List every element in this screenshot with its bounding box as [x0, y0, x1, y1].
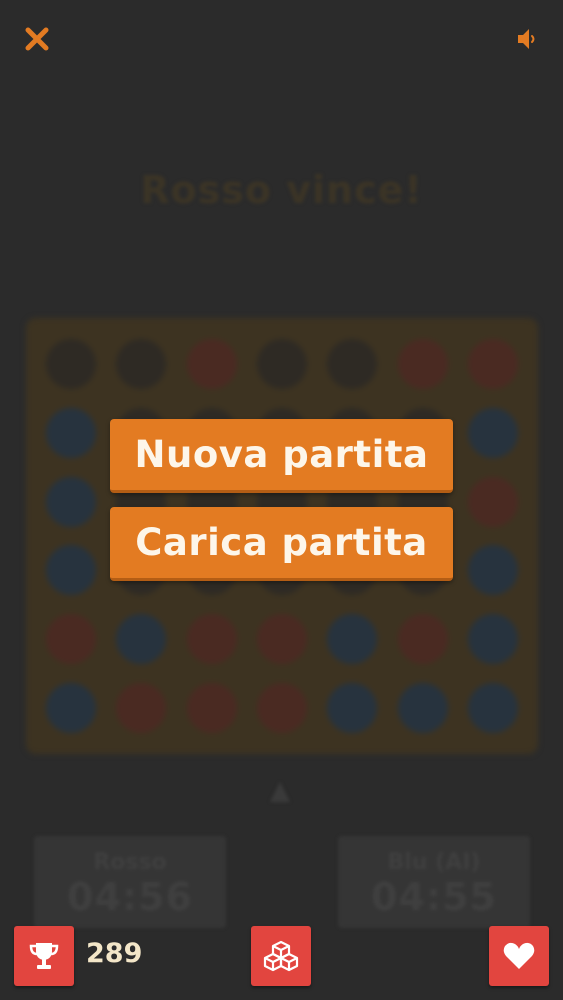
- board-cell: [106, 330, 176, 399]
- disc-red: [46, 613, 97, 664]
- trophy-button[interactable]: [14, 926, 74, 986]
- load-game-button[interactable]: Carica partita: [110, 507, 453, 581]
- player-red-name: Rosso: [93, 850, 167, 875]
- disc-red: [256, 682, 307, 733]
- disc-blue: [327, 682, 378, 733]
- score-value: 289: [86, 938, 143, 969]
- disc-red: [467, 339, 518, 390]
- player-red-timer: 04:56: [67, 875, 193, 919]
- disc-red: [467, 476, 518, 527]
- board-cell: [247, 330, 317, 399]
- disc-red: [256, 613, 307, 664]
- turn-indicator-arrow: [270, 782, 290, 802]
- board-cell: [36, 330, 106, 399]
- board-cell: [106, 605, 176, 674]
- disc-blue: [46, 407, 97, 458]
- player-red-panel: Rosso 04:56: [34, 836, 226, 928]
- board-cell: [387, 673, 457, 742]
- disc-red: [397, 613, 448, 664]
- heart-button[interactable]: [489, 926, 549, 986]
- disc-blue: [467, 682, 518, 733]
- board-cell: [36, 399, 106, 468]
- disc-blue: [46, 682, 97, 733]
- blocks-button[interactable]: [251, 926, 311, 986]
- board-cell: [177, 330, 247, 399]
- board-cell: [458, 399, 528, 468]
- disc-red: [186, 613, 237, 664]
- disc-red: [186, 339, 237, 390]
- disc-blue: [46, 476, 97, 527]
- board-cell: [106, 673, 176, 742]
- player-blue-panel: Blu (AI) 04:55: [338, 836, 530, 928]
- board-cell: [247, 673, 317, 742]
- board-cell: [458, 605, 528, 674]
- new-game-button[interactable]: Nuova partita: [110, 419, 453, 493]
- board-cell: [458, 536, 528, 605]
- board-cell: [387, 605, 457, 674]
- disc-red: [116, 682, 167, 733]
- board-cell: [317, 330, 387, 399]
- player-blue-name: Blu (AI): [387, 850, 481, 875]
- board-cell: [458, 673, 528, 742]
- disc-empty: [116, 339, 167, 390]
- board-cell: [36, 467, 106, 536]
- heart-icon: [503, 942, 535, 969]
- player-blue-timer: 04:55: [371, 875, 497, 919]
- disc-blue: [467, 613, 518, 664]
- disc-blue: [467, 407, 518, 458]
- board-cell: [177, 673, 247, 742]
- speaker-icon: [518, 29, 535, 49]
- disc-empty: [256, 339, 307, 390]
- board-cell: [458, 330, 528, 399]
- disc-red: [397, 339, 448, 390]
- disc-blue: [467, 545, 518, 596]
- winner-title: Rosso vince!: [140, 168, 423, 212]
- sound-button[interactable]: [511, 22, 545, 56]
- close-button[interactable]: [20, 22, 54, 56]
- board-cell: [247, 605, 317, 674]
- board-cell: [317, 605, 387, 674]
- board-cell: [387, 330, 457, 399]
- disc-empty: [327, 339, 378, 390]
- board-cell: [177, 605, 247, 674]
- board-cell: [36, 536, 106, 605]
- blocks-icon: [263, 940, 299, 972]
- disc-red: [186, 682, 237, 733]
- disc-blue: [46, 545, 97, 596]
- board-cell: [36, 673, 106, 742]
- disc-blue: [327, 613, 378, 664]
- disc-empty: [46, 339, 97, 390]
- disc-blue: [116, 613, 167, 664]
- disc-blue: [397, 682, 448, 733]
- trophy-icon: [29, 943, 59, 969]
- close-icon: [25, 27, 49, 51]
- board-cell: [458, 467, 528, 536]
- board-cell: [317, 673, 387, 742]
- board-cell: [36, 605, 106, 674]
